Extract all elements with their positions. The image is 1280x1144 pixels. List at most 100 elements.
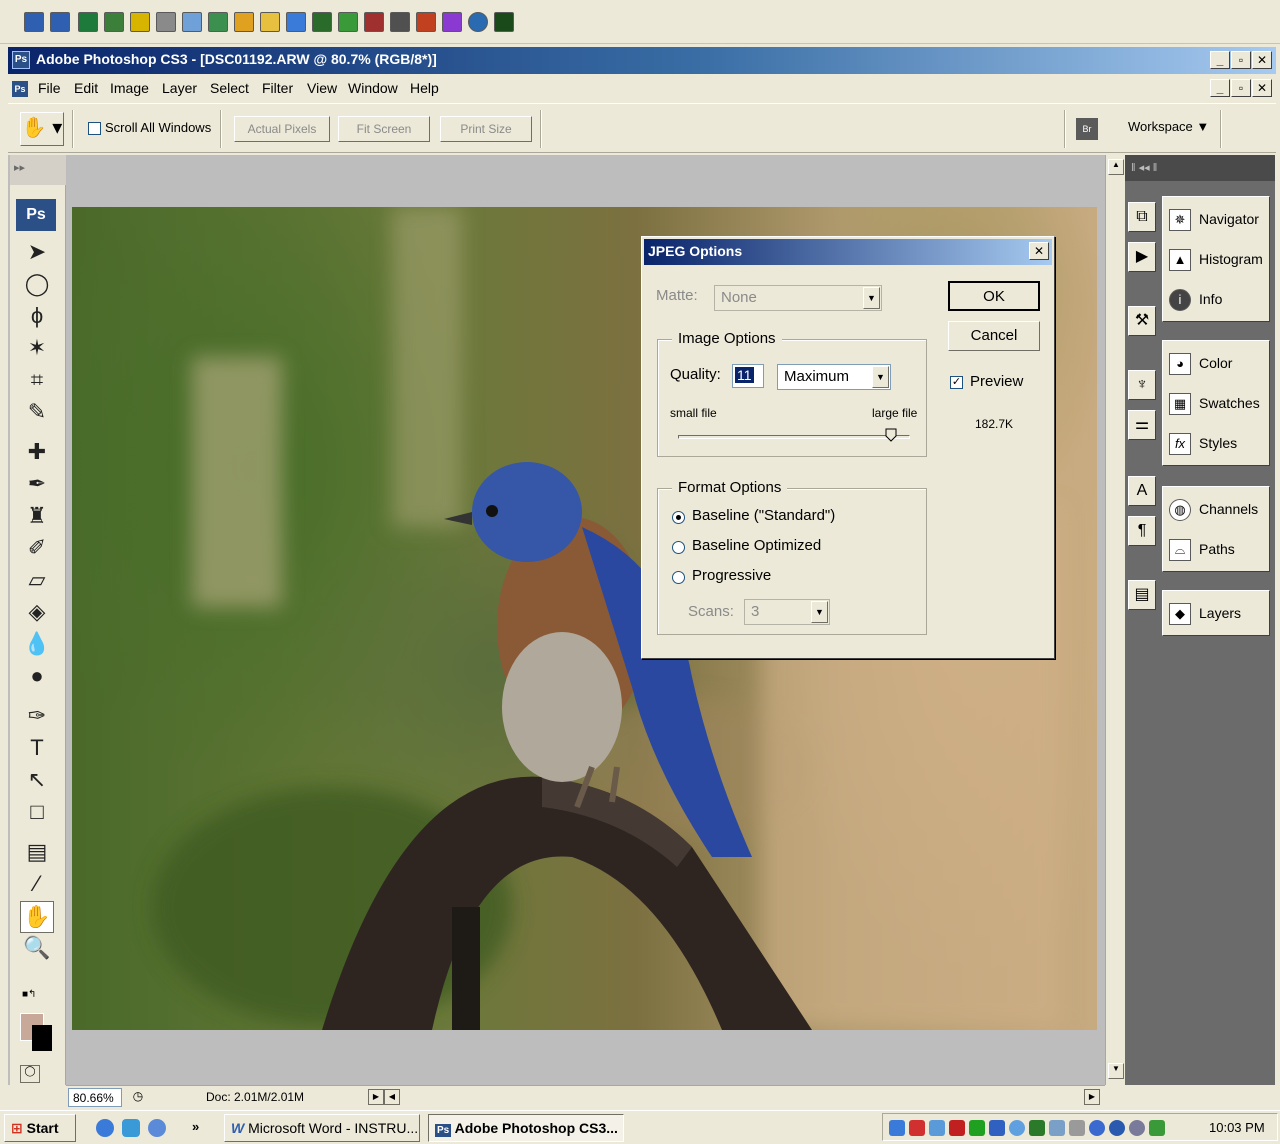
scroll-all-windows-checkbox[interactable] (88, 122, 101, 135)
actions-icon[interactable]: ▶ (1128, 242, 1156, 272)
cancel-button[interactable]: Cancel (948, 321, 1040, 351)
brushes-icon[interactable]: ♆ (1128, 370, 1156, 400)
dodge-tool-icon[interactable]: ● (20, 661, 54, 693)
bottle-icon[interactable] (286, 12, 306, 32)
scroll-right-arrow-icon[interactable]: ▶ (1084, 1089, 1100, 1105)
history-icon[interactable]: ⧉ (1128, 202, 1156, 232)
print-size-button[interactable]: Print Size (440, 116, 532, 142)
toolbox-header[interactable]: ▸▸ (10, 155, 66, 185)
printer-icon[interactable] (1049, 1120, 1065, 1136)
quality-slider-track[interactable] (678, 435, 910, 439)
browser-icon[interactable] (148, 1119, 166, 1137)
quicklaunch-overflow[interactable]: » (192, 1119, 199, 1134)
close-button[interactable]: ✕ (1252, 51, 1272, 69)
network-icon[interactable] (889, 1120, 905, 1136)
workspace-menu[interactable]: Workspace ▼ (1128, 119, 1209, 134)
healing-brush-tool-icon[interactable]: ✚ (20, 437, 54, 469)
start-button[interactable]: ⊞ Start (4, 1114, 76, 1142)
panel-tab-info[interactable]: i Info (1167, 281, 1271, 319)
search-tool-icon[interactable] (130, 12, 150, 32)
baseline-optimized-radio[interactable] (672, 541, 685, 554)
slice-tool-icon[interactable]: ✎ (20, 397, 54, 429)
paint-icon[interactable] (208, 12, 228, 32)
folder-icon[interactable] (260, 12, 280, 32)
actual-pixels-button[interactable]: Actual Pixels (234, 116, 330, 142)
scroll-down-arrow-icon[interactable]: ▼ (1108, 1063, 1124, 1079)
eraser-tool-icon[interactable]: ▱ (20, 565, 54, 597)
tools-icon[interactable] (416, 12, 436, 32)
notepad-icon[interactable] (182, 12, 202, 32)
shape-tool-icon[interactable]: □ (20, 797, 54, 829)
menu-edit[interactable]: Edit (72, 80, 100, 96)
flower-icon[interactable] (442, 12, 462, 32)
grid-icon[interactable] (494, 12, 514, 32)
paint-bucket-tool-icon[interactable]: ◈ (20, 597, 54, 629)
scroll-up-arrow-icon[interactable]: ▲ (1108, 159, 1124, 175)
eyedropper-tool-icon[interactable]: ⁄ (20, 869, 54, 901)
doc-restore-button[interactable]: ▫ (1231, 79, 1251, 97)
fit-screen-button[interactable]: Fit Screen (338, 116, 430, 142)
antivirus-icon[interactable] (949, 1120, 965, 1136)
type-tool-icon[interactable]: T (20, 733, 54, 765)
dialog-close-button[interactable]: ✕ (1029, 242, 1049, 260)
display-icon[interactable] (989, 1120, 1005, 1136)
help-tray-icon[interactable] (1029, 1120, 1045, 1136)
status-info-icon[interactable]: ◷ (130, 1089, 146, 1105)
people-icon[interactable] (338, 12, 358, 32)
clone-stamp-tool-icon[interactable]: ♜ (20, 501, 54, 533)
doc-minimize-button[interactable]: _ (1210, 79, 1230, 97)
scanner-icon[interactable] (156, 12, 176, 32)
character-icon[interactable]: A (1128, 476, 1156, 506)
scroll-left-arrow-icon[interactable]: ◀ (384, 1089, 400, 1105)
doc-close-button[interactable]: ✕ (1252, 79, 1272, 97)
power-icon[interactable] (1069, 1120, 1085, 1136)
hand-tool-icon[interactable]: ✋ (20, 901, 54, 933)
path-selection-tool-icon[interactable]: ↖ (20, 765, 54, 797)
photo-app-icon[interactable] (364, 12, 384, 32)
taskbar-photoshop[interactable]: Ps Adobe Photoshop CS3... (428, 1114, 624, 1142)
panel-tab-layers[interactable]: ◆ Layers (1167, 595, 1271, 633)
document-menu-icon[interactable]: Ps (12, 81, 28, 97)
marquee-tool-icon[interactable]: ◯ (20, 269, 54, 301)
paragraph-icon[interactable]: ¶ (1128, 516, 1156, 546)
clone-source-icon[interactable]: ⚌ (1128, 410, 1156, 440)
panel-tab-color[interactable]: ◕ Color (1167, 345, 1271, 383)
menu-view[interactable]: View (305, 80, 339, 96)
panel-dock-header[interactable]: ‖ ◂◂ ‖ (1125, 155, 1275, 181)
vertical-scrollbar[interactable]: ▲ ▼ (1105, 155, 1125, 1085)
minimize-button[interactable]: _ (1210, 51, 1230, 69)
monitor-tray-icon[interactable] (969, 1120, 985, 1136)
monitor-icon[interactable] (104, 12, 124, 32)
menu-help[interactable]: Help (408, 80, 441, 96)
media-icon[interactable] (234, 12, 254, 32)
magic-wand-tool-icon[interactable]: ✶ (20, 333, 54, 365)
preview-checkbox[interactable]: ✓ (950, 376, 963, 389)
notes-tool-icon[interactable]: ▤ (20, 837, 54, 869)
panel-tab-histogram[interactable]: ▲ Histogram (1167, 241, 1271, 279)
panel-tab-paths[interactable]: ⌓ Paths (1167, 531, 1271, 569)
progressive-radio[interactable] (672, 571, 685, 584)
update-icon[interactable] (1009, 1120, 1025, 1136)
menu-filter[interactable]: Filter (260, 80, 295, 96)
user-icon[interactable] (390, 12, 410, 32)
sync-icon[interactable] (929, 1120, 945, 1136)
quality-slider-thumb[interactable] (885, 428, 897, 442)
menu-image[interactable]: Image (108, 80, 151, 96)
menu-window[interactable]: Window (346, 80, 400, 96)
messenger-icon[interactable] (1089, 1120, 1105, 1136)
outlook-icon[interactable] (122, 1119, 140, 1137)
crop-tool-icon[interactable]: ⌗ (20, 365, 54, 397)
word-doc-icon[interactable] (50, 12, 70, 32)
menu-select[interactable]: Select (208, 80, 251, 96)
zoom-tool-icon[interactable]: 🔍 (20, 933, 54, 965)
quality-preset-select[interactable]: Maximum ▼ (777, 364, 891, 390)
lasso-tool-icon[interactable]: ϕ (20, 301, 54, 333)
menu-layer[interactable]: Layer (160, 80, 199, 96)
move-tool-icon[interactable]: ➤ (20, 237, 54, 269)
ok-button[interactable]: OK (948, 281, 1040, 311)
internet-explorer-icon[interactable] (96, 1119, 114, 1137)
history-brush-tool-icon[interactable]: ✐ (20, 533, 54, 565)
pen-tool-icon[interactable]: ✑ (20, 701, 54, 733)
quick-mask-icon[interactable]: ◯ (20, 1065, 40, 1083)
tool-preset-picker[interactable]: ✋ ▾ (20, 112, 64, 146)
